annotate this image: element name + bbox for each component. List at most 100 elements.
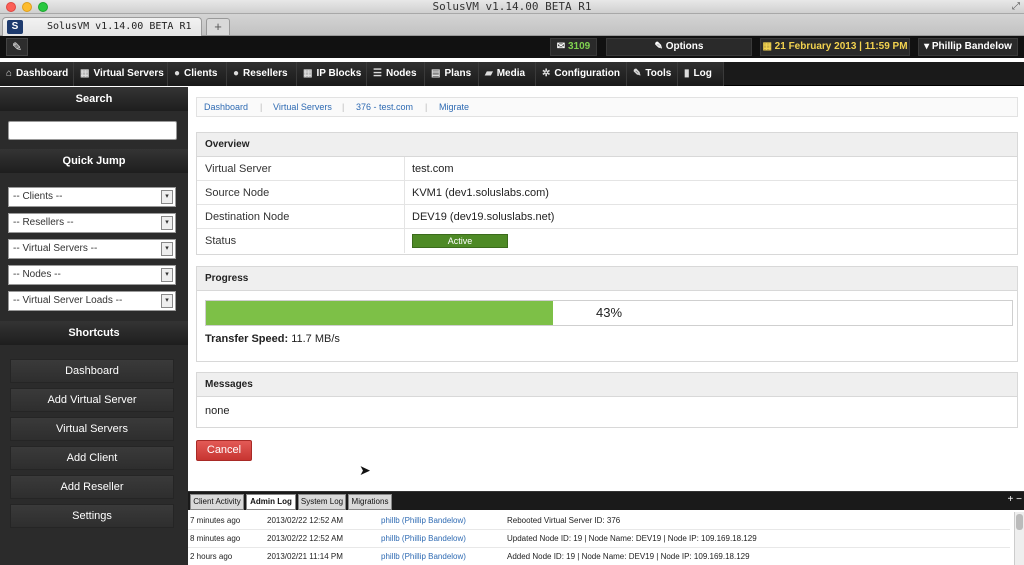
log-tabs: Client Activity Admin Log System Log Mig…: [188, 492, 1024, 510]
shortcut-settings-button[interactable]: Settings: [10, 504, 174, 528]
user-icon: ●: [233, 68, 240, 79]
browser-tab[interactable]: S SolusVM v1.14.00 BETA R1: [2, 17, 202, 36]
overview-value: DEV19 (dev19.soluslabs.net): [404, 205, 1004, 229]
virtual-servers-select[interactable]: -- Virtual Servers -- ▾: [8, 239, 176, 259]
nav-label: Virtual Servers: [93, 68, 164, 79]
date-display: ▦ 21 February 2013 | 11:59 PM: [760, 38, 910, 56]
fullscreen-icon[interactable]: ⤢: [1012, 0, 1020, 14]
browser-tab-label: SolusVM v1.14.00 BETA R1: [47, 21, 192, 32]
log-user-link[interactable]: phillb (Phillip Bandelow): [381, 548, 466, 565]
user-menu-button[interactable]: ▾ Phillip Bandelow: [918, 38, 1018, 56]
user-label: Phillip Bandelow: [931, 41, 1012, 52]
overview-row: Source Node KVM1 (dev1.soluslabs.com): [197, 181, 1017, 205]
status-badge: Active: [412, 234, 508, 248]
wrench-icon: ✎: [633, 68, 642, 79]
calendar-icon: ▦: [762, 41, 775, 52]
activity-log-panel: Client Activity Admin Log System Log Mig…: [188, 491, 1024, 565]
nav-resellers[interactable]: ● Resellers: [227, 62, 297, 86]
main-nav: ⌂ Dashboard ▦ Virtual Servers ● Clients ● Re…: [0, 62, 1024, 86]
nav-dashboard[interactable]: ⌂ Dashboard: [0, 62, 74, 86]
messages-counter[interactable]: ✉ 3109: [550, 38, 597, 56]
nav-label: Nodes: [385, 68, 417, 79]
shortcut-add-virtual-server-button[interactable]: Add Virtual Server: [10, 388, 174, 412]
log-message: Added Node ID: 19 | Node Name: DEV19 | N…: [507, 552, 750, 561]
log-ago: 2 hours ago: [190, 552, 233, 561]
overview-value: KVM1 (dev1.soluslabs.com): [404, 181, 1004, 205]
log-user-link[interactable]: phillb (Phillip Bandelow): [381, 530, 466, 548]
nav-media[interactable]: ▰ Media: [479, 62, 536, 86]
list-icon: ☰: [373, 68, 382, 79]
expand-collapse-icon[interactable]: + −: [1008, 492, 1022, 508]
nav-configuration[interactable]: ✲ Configuration: [536, 62, 627, 86]
progress-heading: Progress: [197, 267, 1017, 291]
progress-bar: 43%: [205, 300, 1013, 326]
progress-panel: Progress 43% Transfer Speed: 11.7 MB/s: [196, 266, 1018, 362]
select-value: -- Nodes --: [13, 269, 61, 280]
gear-icon: ✲: [542, 68, 551, 79]
shortcut-add-reseller-button[interactable]: Add Reseller: [10, 475, 174, 499]
nav-label: Plans: [444, 68, 472, 79]
virtual-server-loads-select[interactable]: -- Virtual Server Loads -- ▾: [8, 291, 176, 311]
select-value: -- Virtual Servers --: [13, 243, 98, 254]
quick-jump-heading: Quick Jump: [0, 149, 188, 173]
shortcuts-heading: Shortcuts: [0, 321, 188, 345]
nav-clients[interactable]: ● Clients: [168, 62, 227, 86]
nav-log[interactable]: ▮ Log: [678, 62, 724, 86]
overview-row: Virtual Server test.com: [197, 157, 1017, 181]
overview-row: Status Active: [197, 229, 1017, 253]
nodes-select[interactable]: -- Nodes -- ▾: [8, 265, 176, 285]
tab-system-log[interactable]: System Log: [298, 494, 346, 510]
shortcut-add-client-button[interactable]: Add Client: [10, 446, 174, 470]
nav-virtual-servers[interactable]: ▦ Virtual Servers: [74, 62, 168, 86]
tab-admin-log[interactable]: Admin Log: [246, 494, 296, 510]
new-tab-button[interactable]: +: [206, 18, 230, 35]
breadcrumb-separator: |: [342, 102, 345, 112]
window-titlebar: SolusVM v1.14.00 BETA R1 ⤢: [0, 0, 1024, 14]
nav-tools[interactable]: ✎ Tools: [627, 62, 678, 86]
scroll-thumb[interactable]: [1016, 514, 1023, 530]
tab-client-activity[interactable]: Client Activity: [190, 494, 244, 510]
breadcrumb-dashboard-link[interactable]: Dashboard: [204, 98, 248, 116]
file-icon: ▮: [684, 68, 690, 79]
breadcrumb: Dashboard | Virtual Servers | 376 - test…: [196, 97, 1018, 117]
breadcrumb-virtual-servers-link[interactable]: Virtual Servers: [273, 98, 332, 116]
log-row: 2 hours ago 2013/02/21 11:14 PM phillb (…: [188, 548, 1010, 565]
overview-panel: Overview Virtual Server test.com Source …: [196, 132, 1018, 255]
cancel-button[interactable]: Cancel: [196, 440, 252, 461]
breadcrumb-server-link[interactable]: 376 - test.com: [356, 98, 413, 116]
nav-label: Tools: [645, 68, 672, 79]
edit-icon: ✎: [654, 41, 666, 52]
nav-label: Clients: [184, 68, 218, 79]
resellers-select[interactable]: -- Resellers -- ▾: [8, 213, 176, 233]
top-bar: ✎ ✉ 3109 ✎ Options ▦ 21 February 2013 | …: [0, 36, 1024, 58]
log-message: Updated Node ID: 19 | Node Name: DEV19 |…: [507, 534, 757, 543]
messages-body: none: [205, 405, 230, 417]
progress-percent: 43%: [595, 305, 623, 320]
overview-row: Destination Node DEV19 (dev19.soluslabs.…: [197, 205, 1017, 229]
home-icon: ⌂: [6, 68, 13, 79]
grid-icon: ▦: [80, 68, 90, 79]
folder-icon: ▰: [485, 68, 493, 79]
nav-ip-blocks[interactable]: ▦ IP Blocks: [297, 62, 367, 86]
dropdown-arrow-icon: ▾: [161, 216, 173, 230]
breadcrumb-migrate-link[interactable]: Migrate: [439, 98, 469, 116]
shortcut-dashboard-button[interactable]: Dashboard: [10, 359, 174, 383]
nav-nodes[interactable]: ☰ Nodes: [367, 62, 425, 86]
overview-heading: Overview: [197, 133, 1017, 157]
select-value: -- Resellers --: [13, 217, 74, 228]
clients-select[interactable]: -- Clients -- ▾: [8, 187, 176, 207]
log-user-link[interactable]: phillb (Phillip Bandelow): [381, 512, 466, 530]
options-button[interactable]: ✎ Options: [606, 38, 752, 56]
log-scrollbar[interactable]: [1014, 512, 1024, 565]
pencil-icon[interactable]: ✎: [6, 38, 28, 56]
chevron-down-icon: ▾: [924, 41, 932, 52]
solusvm-logo-icon: S: [7, 20, 23, 34]
user-icon: ●: [174, 68, 181, 79]
messages-panel: Messages none: [196, 372, 1018, 428]
tab-migrations[interactable]: Migrations: [348, 494, 392, 510]
search-input[interactable]: [8, 121, 177, 140]
nav-label: Media: [496, 68, 526, 79]
shortcut-virtual-servers-button[interactable]: Virtual Servers: [10, 417, 174, 441]
nav-plans[interactable]: ▤ Plans: [425, 62, 479, 86]
overview-value: test.com: [404, 157, 1004, 181]
